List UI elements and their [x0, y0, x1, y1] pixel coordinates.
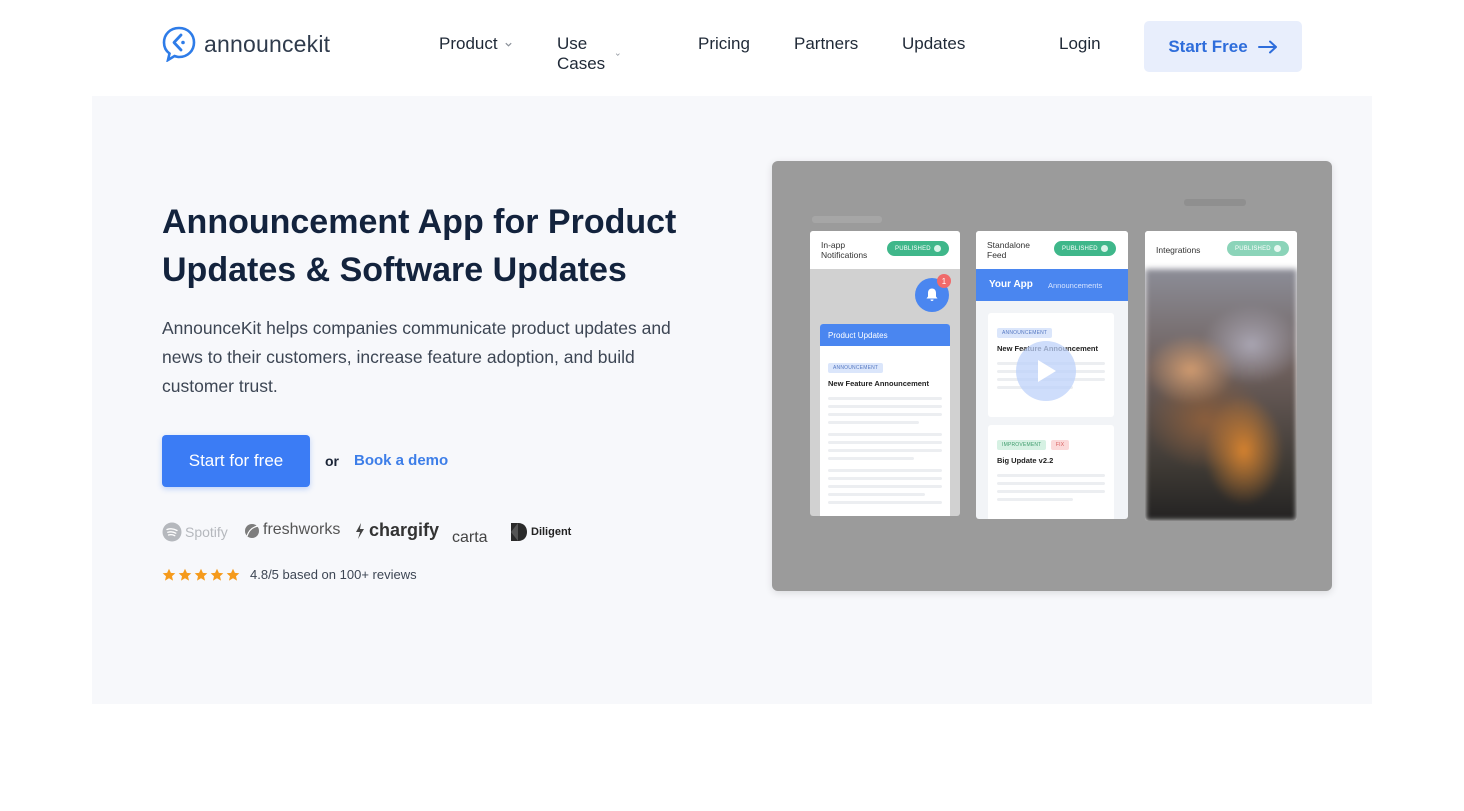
spotify-name: Spotify: [185, 524, 228, 540]
spotify-icon: [162, 522, 182, 542]
cta-or-text: or: [325, 453, 339, 469]
diligent-logo: Diligent: [510, 522, 571, 542]
announcement-tag: ANNOUNCEMENT: [828, 363, 884, 373]
rating-text: 4.8/5 based on 100+ reviews: [250, 567, 417, 582]
published-badge: PUBLISHED: [887, 241, 949, 256]
chevron-down-icon: [504, 42, 512, 47]
nav-product[interactable]: Product: [439, 34, 513, 54]
freshworks-icon: [245, 524, 259, 538]
chevron-down-icon: [615, 52, 620, 56]
hero-title: Announcement App for Product Updates & S…: [162, 203, 677, 289]
improvement-tag: IMPROVEMENT: [997, 440, 1047, 450]
fix-tag: FIX: [1050, 440, 1070, 450]
star-icon: [178, 568, 192, 581]
rating: 4.8/5 based on 100+ reviews: [162, 567, 417, 582]
star-icon: [194, 568, 208, 581]
announcement-tag: ANNOUNCEMENT: [997, 328, 1053, 338]
arrow-right-icon: [1257, 40, 1277, 53]
start-for-free-button[interactable]: Start for free: [162, 435, 310, 487]
app-subtitle: Announcements: [1048, 281, 1103, 290]
star-icon: [162, 568, 176, 581]
bell-icon: [926, 288, 938, 301]
play-icon: [1038, 360, 1056, 382]
card-header: In-app Notifications PUBLISHED: [810, 231, 960, 269]
card-label: Standalone Feed: [987, 240, 1031, 260]
nav-product-label: Product: [439, 34, 498, 53]
published-badge: PUBLISHED: [1054, 241, 1116, 256]
check-icon: [933, 245, 941, 252]
login-link[interactable]: Login: [1059, 34, 1101, 54]
card-label: Integrations: [1156, 245, 1201, 255]
diligent-name: Diligent: [531, 526, 572, 538]
feed-post: IMPROVEMENT FIX Big Update v2.2: [988, 425, 1114, 519]
nav-pricing[interactable]: Pricing: [698, 34, 750, 54]
integrations-card: Integrations PUBLISHED: [1145, 231, 1297, 521]
announcekit-logo-icon: [162, 26, 196, 62]
hero-section: Announcement App for Product Updates & S…: [92, 96, 1372, 704]
faded-label: [1184, 199, 1246, 206]
item-title: New Feature Announcement: [828, 379, 929, 388]
published-badge: PUBLISHED: [1227, 241, 1289, 256]
product-preview-video[interactable]: In-app Notifications PUBLISHED 1 Product…: [772, 161, 1332, 591]
brand-name: announcekit: [204, 30, 331, 57]
star-icon: [210, 568, 224, 581]
play-button[interactable]: [1016, 341, 1076, 401]
post-title: Big Update v2.2: [997, 456, 1054, 465]
brand-logo[interactable]: announcekit: [162, 26, 330, 62]
card-header: Integrations PUBLISHED: [1145, 231, 1297, 269]
check-icon: [1100, 245, 1108, 252]
site-header: announcekit Product Use Cases Pricing Pa…: [0, 0, 1464, 92]
inapp-notifications-card: In-app Notifications PUBLISHED 1 Product…: [810, 231, 960, 516]
blurred-image: [1145, 269, 1297, 521]
chargify-icon: [356, 522, 364, 539]
app-title: Your App: [989, 279, 1033, 290]
panel-title: Product Updates: [820, 324, 950, 346]
freshworks-name: freshworks: [263, 521, 341, 538]
diligent-icon: [511, 523, 527, 541]
carta-name: carta: [452, 529, 488, 546]
card-header: Standalone Feed PUBLISHED: [976, 231, 1128, 269]
faded-label: [812, 216, 882, 223]
published-badge-label: PUBLISHED: [1235, 245, 1271, 252]
published-badge-label: PUBLISHED: [895, 245, 931, 252]
check-icon: [1273, 245, 1281, 252]
star-icon: [226, 568, 240, 581]
freshworks-logo: freshworks: [244, 521, 340, 539]
chargify-name: chargify: [369, 520, 440, 540]
card-label: In-app Notifications: [821, 240, 868, 260]
product-updates-panel: Product Updates ANNOUNCEMENT New Feature…: [820, 324, 950, 516]
hero-description: AnnounceKit helps companies communicate …: [162, 318, 671, 396]
start-free-label: Start Free: [1168, 36, 1248, 56]
chargify-logo: chargify: [354, 520, 439, 541]
nav-partners[interactable]: Partners: [794, 34, 858, 54]
spotify-logo: Spotify: [162, 522, 228, 542]
standalone-feed-card: Standalone Feed PUBLISHED Your App Annou…: [976, 231, 1128, 519]
app-bar: Your App Announcements: [976, 269, 1128, 301]
published-badge-label: PUBLISHED: [1062, 245, 1098, 252]
carta-logo: carta: [452, 519, 488, 547]
rating-stars: [162, 568, 240, 582]
nav-use-cases[interactable]: Use Cases: [557, 34, 620, 74]
nav-updates[interactable]: Updates: [902, 34, 965, 54]
notification-count-badge: 1: [937, 274, 951, 288]
nav-use-cases-label: Use Cases: [557, 34, 606, 73]
book-demo-link[interactable]: Book a demo: [354, 452, 448, 469]
start-free-button[interactable]: Start Free: [1144, 21, 1302, 72]
